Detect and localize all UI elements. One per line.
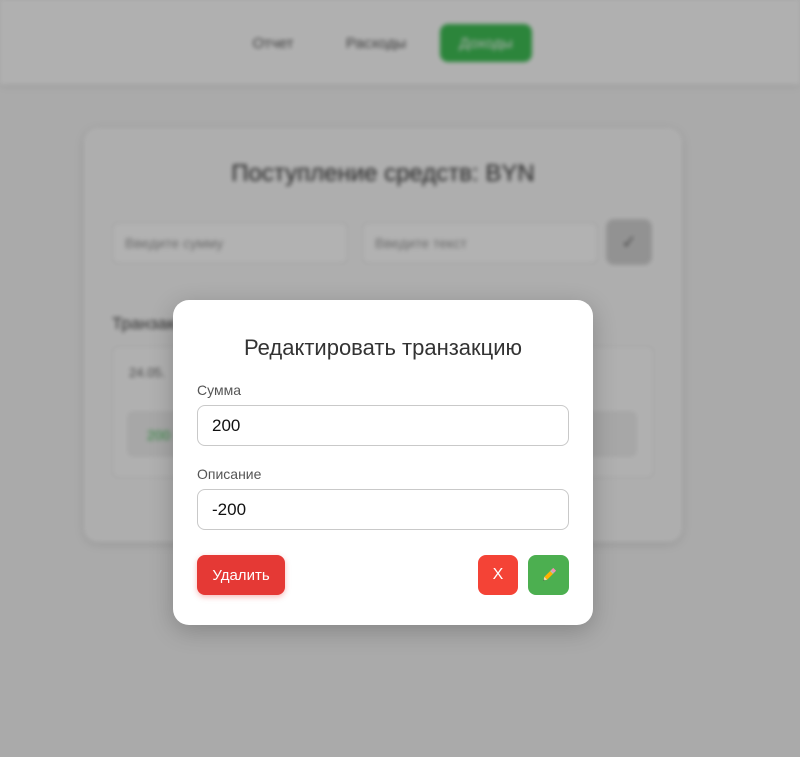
close-button[interactable]: X: [478, 555, 518, 595]
modal-title: Редактировать транзакцию: [243, 335, 523, 360]
save-button[interactable]: [528, 555, 569, 595]
sum-label: Сумма: [197, 382, 241, 398]
description-input[interactable]: [197, 489, 569, 530]
delete-button[interactable]: Удалить: [197, 555, 285, 595]
description-label: Описание: [197, 466, 262, 482]
page: Отчет Расходы Доходы Поступление средств…: [0, 0, 800, 757]
sum-input[interactable]: [197, 405, 569, 446]
pencil-icon: [542, 567, 556, 581]
edit-transaction-modal: Редактировать транзакцию Сумма Описание …: [173, 300, 593, 625]
